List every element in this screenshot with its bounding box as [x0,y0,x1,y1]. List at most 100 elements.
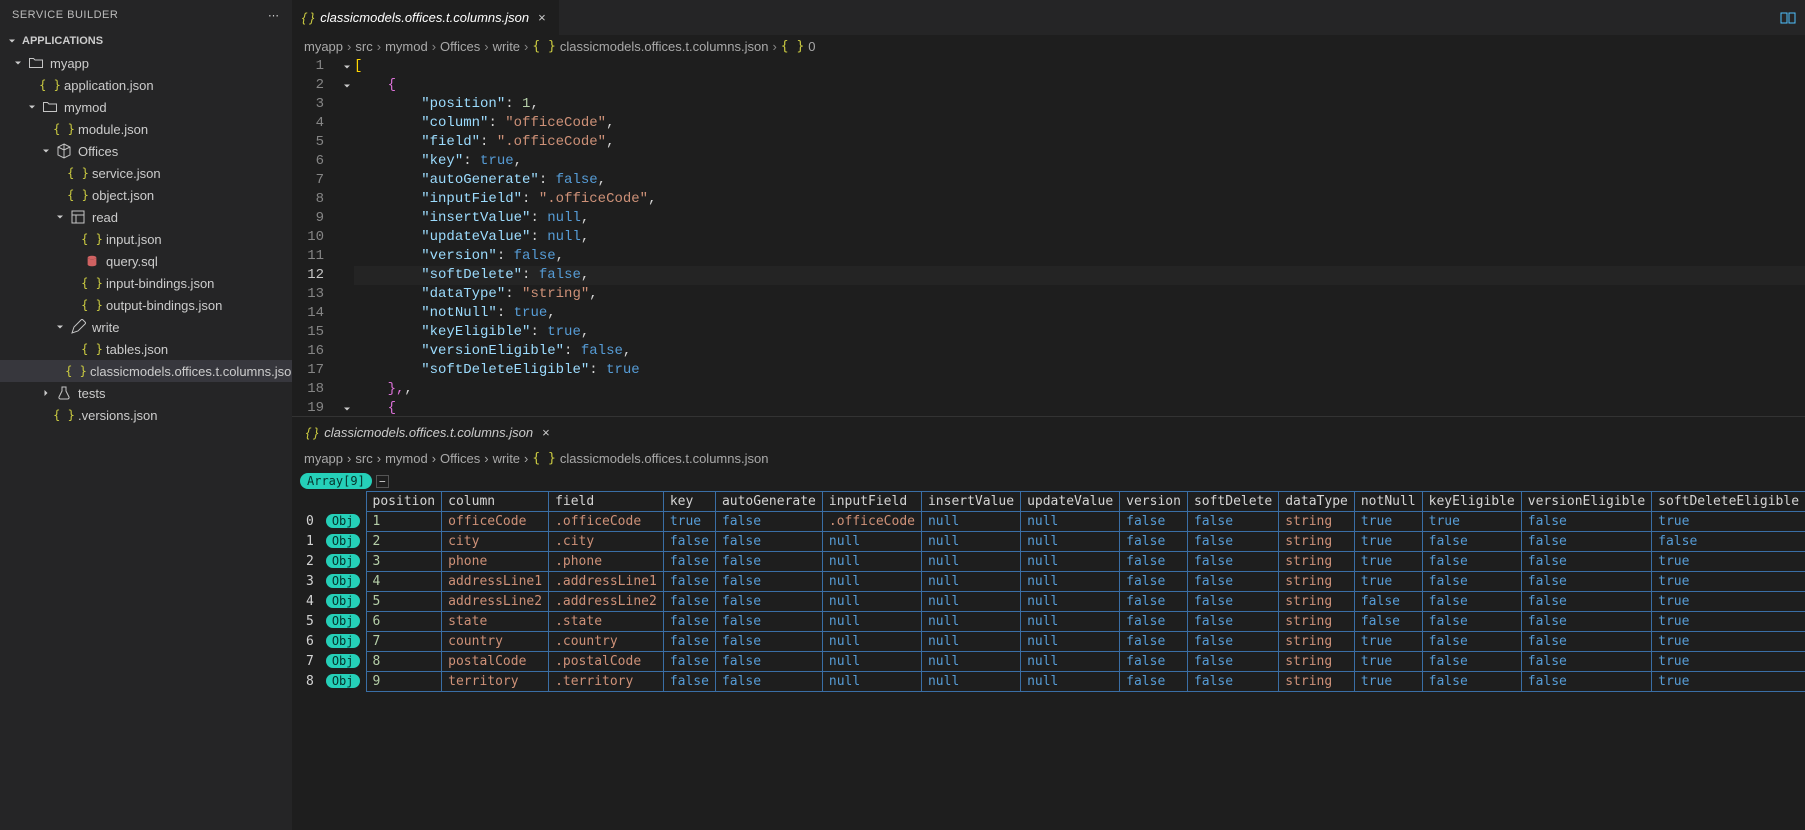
table-row[interactable]: 1Obj2city.cityfalsefalsenullnullnullfals… [300,532,1805,552]
code-line[interactable]: },, [354,380,1805,399]
table-header[interactable]: key [663,492,715,512]
breadcrumb-segment[interactable]: myapp [304,39,343,54]
code-line[interactable]: "keyEligible": true, [354,323,1805,342]
collapse-icon[interactable]: − [376,475,389,488]
table-header[interactable]: field [549,492,664,512]
fold-placeholder [340,228,354,247]
code-line[interactable]: "versionEligible": false, [354,342,1805,361]
table-header[interactable]: insertValue [921,492,1020,512]
tree-row[interactable]: query.sql [0,250,292,272]
table-row[interactable]: 0Obj1officeCode.officeCodetruefalse.offi… [300,512,1805,532]
chevron-down-icon[interactable] [24,99,40,115]
breadcrumb-segment[interactable]: src [355,39,372,54]
code-line[interactable]: "updateValue": null, [354,228,1805,247]
tree-row[interactable]: { }output-bindings.json [0,294,292,316]
breadcrumb-segment[interactable]: 0 [808,39,815,54]
breadcrumb-segment[interactable]: classicmodels.offices.t.columns.json [560,39,769,54]
code-line[interactable]: "key": true, [354,152,1805,171]
fold-down-icon[interactable] [340,57,354,76]
code-line[interactable]: "column": "officeCode", [354,114,1805,133]
code-content[interactable]: [ { "position": 1, "column": "officeCode… [354,57,1805,416]
tree-row[interactable]: { }.versions.json [0,404,292,426]
tree-row[interactable]: { }service.json [0,162,292,184]
code-editor[interactable]: 12345678910111213141516171819202122 [ { … [292,57,1805,416]
code-line[interactable]: "softDeleteEligible": true [354,361,1805,380]
more-icon[interactable]: ⋯ [268,9,280,22]
tree-row[interactable]: Offices [0,140,292,162]
tree-row[interactable]: { }application.json [0,74,292,96]
table-header[interactable]: updateValue [1021,492,1120,512]
breadcrumb-segment[interactable]: mymod [385,451,428,466]
code-line[interactable]: "notNull": true, [354,304,1805,323]
table-row[interactable]: 2Obj3phone.phonefalsefalsenullnullnullfa… [300,552,1805,572]
tree-row[interactable]: write [0,316,292,338]
table-header[interactable]: versionEligible [1521,492,1651,512]
code-line[interactable]: { [354,76,1805,95]
chevron-down-icon[interactable] [38,143,54,159]
close-icon[interactable]: × [539,425,553,440]
breadcrumb-segment[interactable]: classicmodels.offices.t.columns.json [560,451,769,466]
fold-down-icon[interactable] [340,399,354,416]
tree-row[interactable]: { }tables.json [0,338,292,360]
chevron-down-icon[interactable] [52,209,68,225]
table-header[interactable]: keyEligible [1422,492,1521,512]
breadcrumb-segment[interactable]: write [493,39,520,54]
code-line[interactable]: "dataType": "string", [354,285,1805,304]
tree-row[interactable]: { }classicmodels.offices.t.columns.json [0,360,292,382]
tree-row[interactable]: myapp [0,52,292,74]
panel-tab[interactable]: { } classicmodels.offices.t.columns.json… [298,425,561,440]
table-header[interactable]: softDelete [1187,492,1278,512]
code-line[interactable]: "field": ".officeCode", [354,133,1805,152]
tree-row[interactable]: { }input-bindings.json [0,272,292,294]
panel-breadcrumb[interactable]: myapp › src › mymod › Offices › write › … [292,447,1805,469]
section-applications[interactable]: APPLICATIONS [0,30,292,52]
code-line[interactable]: [ [354,57,1805,76]
table-header[interactable]: position [366,492,442,512]
table-row[interactable]: 7Obj8postalCode.postalCodefalsefalsenull… [300,652,1805,672]
table-row[interactable]: 5Obj6state.statefalsefalsenullnullnullfa… [300,612,1805,632]
table-header[interactable]: inputField [822,492,921,512]
breadcrumb-segment[interactable]: mymod [385,39,428,54]
code-line[interactable]: "position": 1, [354,95,1805,114]
code-line[interactable]: "softDelete": false, [354,266,1805,285]
breadcrumb-segment[interactable]: myapp [304,451,343,466]
chevron-down-icon[interactable] [52,319,68,335]
table-row[interactable]: 4Obj5addressLine2.addressLine2falsefalse… [300,592,1805,612]
breadcrumb-segment[interactable]: src [355,451,372,466]
split-editor-icon[interactable] [1770,0,1805,35]
tree-row[interactable]: tests [0,382,292,404]
breadcrumb-segment[interactable]: Offices [440,451,480,466]
breadcrumb-segment[interactable]: write [493,451,520,466]
line-number: 4 [292,114,324,133]
line-number: 8 [292,190,324,209]
code-line[interactable]: "version": false, [354,247,1805,266]
chevron-right-icon[interactable] [38,385,54,401]
tree-row[interactable]: { }module.json [0,118,292,140]
table-header[interactable]: version [1120,492,1188,512]
table-header[interactable]: notNull [1354,492,1422,512]
table-cell: .addressLine2 [549,592,664,612]
table-row[interactable]: 6Obj7country.countryfalsefalsenullnullnu… [300,632,1805,652]
fold-gutter[interactable] [340,57,354,416]
table-header[interactable]: autoGenerate [715,492,822,512]
close-icon[interactable]: × [535,10,549,25]
breadcrumb[interactable]: myapp › src › mymod › Offices › write › … [292,35,1805,57]
tree-row[interactable]: mymod [0,96,292,118]
table-header[interactable]: column [442,492,549,512]
breadcrumb-segment[interactable]: Offices [440,39,480,54]
tree-row[interactable]: { }object.json [0,184,292,206]
table-row[interactable]: 3Obj4addressLine1.addressLine1falsefalse… [300,572,1805,592]
table-cell: string [1279,572,1355,592]
code-line[interactable]: { [354,399,1805,416]
tree-row[interactable]: read [0,206,292,228]
tree-row[interactable]: { }input.json [0,228,292,250]
table-header[interactable]: dataType [1279,492,1355,512]
chevron-down-icon[interactable] [10,55,26,71]
fold-down-icon[interactable] [340,76,354,95]
code-line[interactable]: "insertValue": null, [354,209,1805,228]
table-header[interactable]: softDeleteEligible [1652,492,1805,512]
editor-tab[interactable]: { } classicmodels.offices.t.columns.json… [292,0,560,35]
table-row[interactable]: 8Obj9territory.territoryfalsefalsenullnu… [300,672,1805,692]
code-line[interactable]: "autoGenerate": false, [354,171,1805,190]
code-line[interactable]: "inputField": ".officeCode", [354,190,1805,209]
